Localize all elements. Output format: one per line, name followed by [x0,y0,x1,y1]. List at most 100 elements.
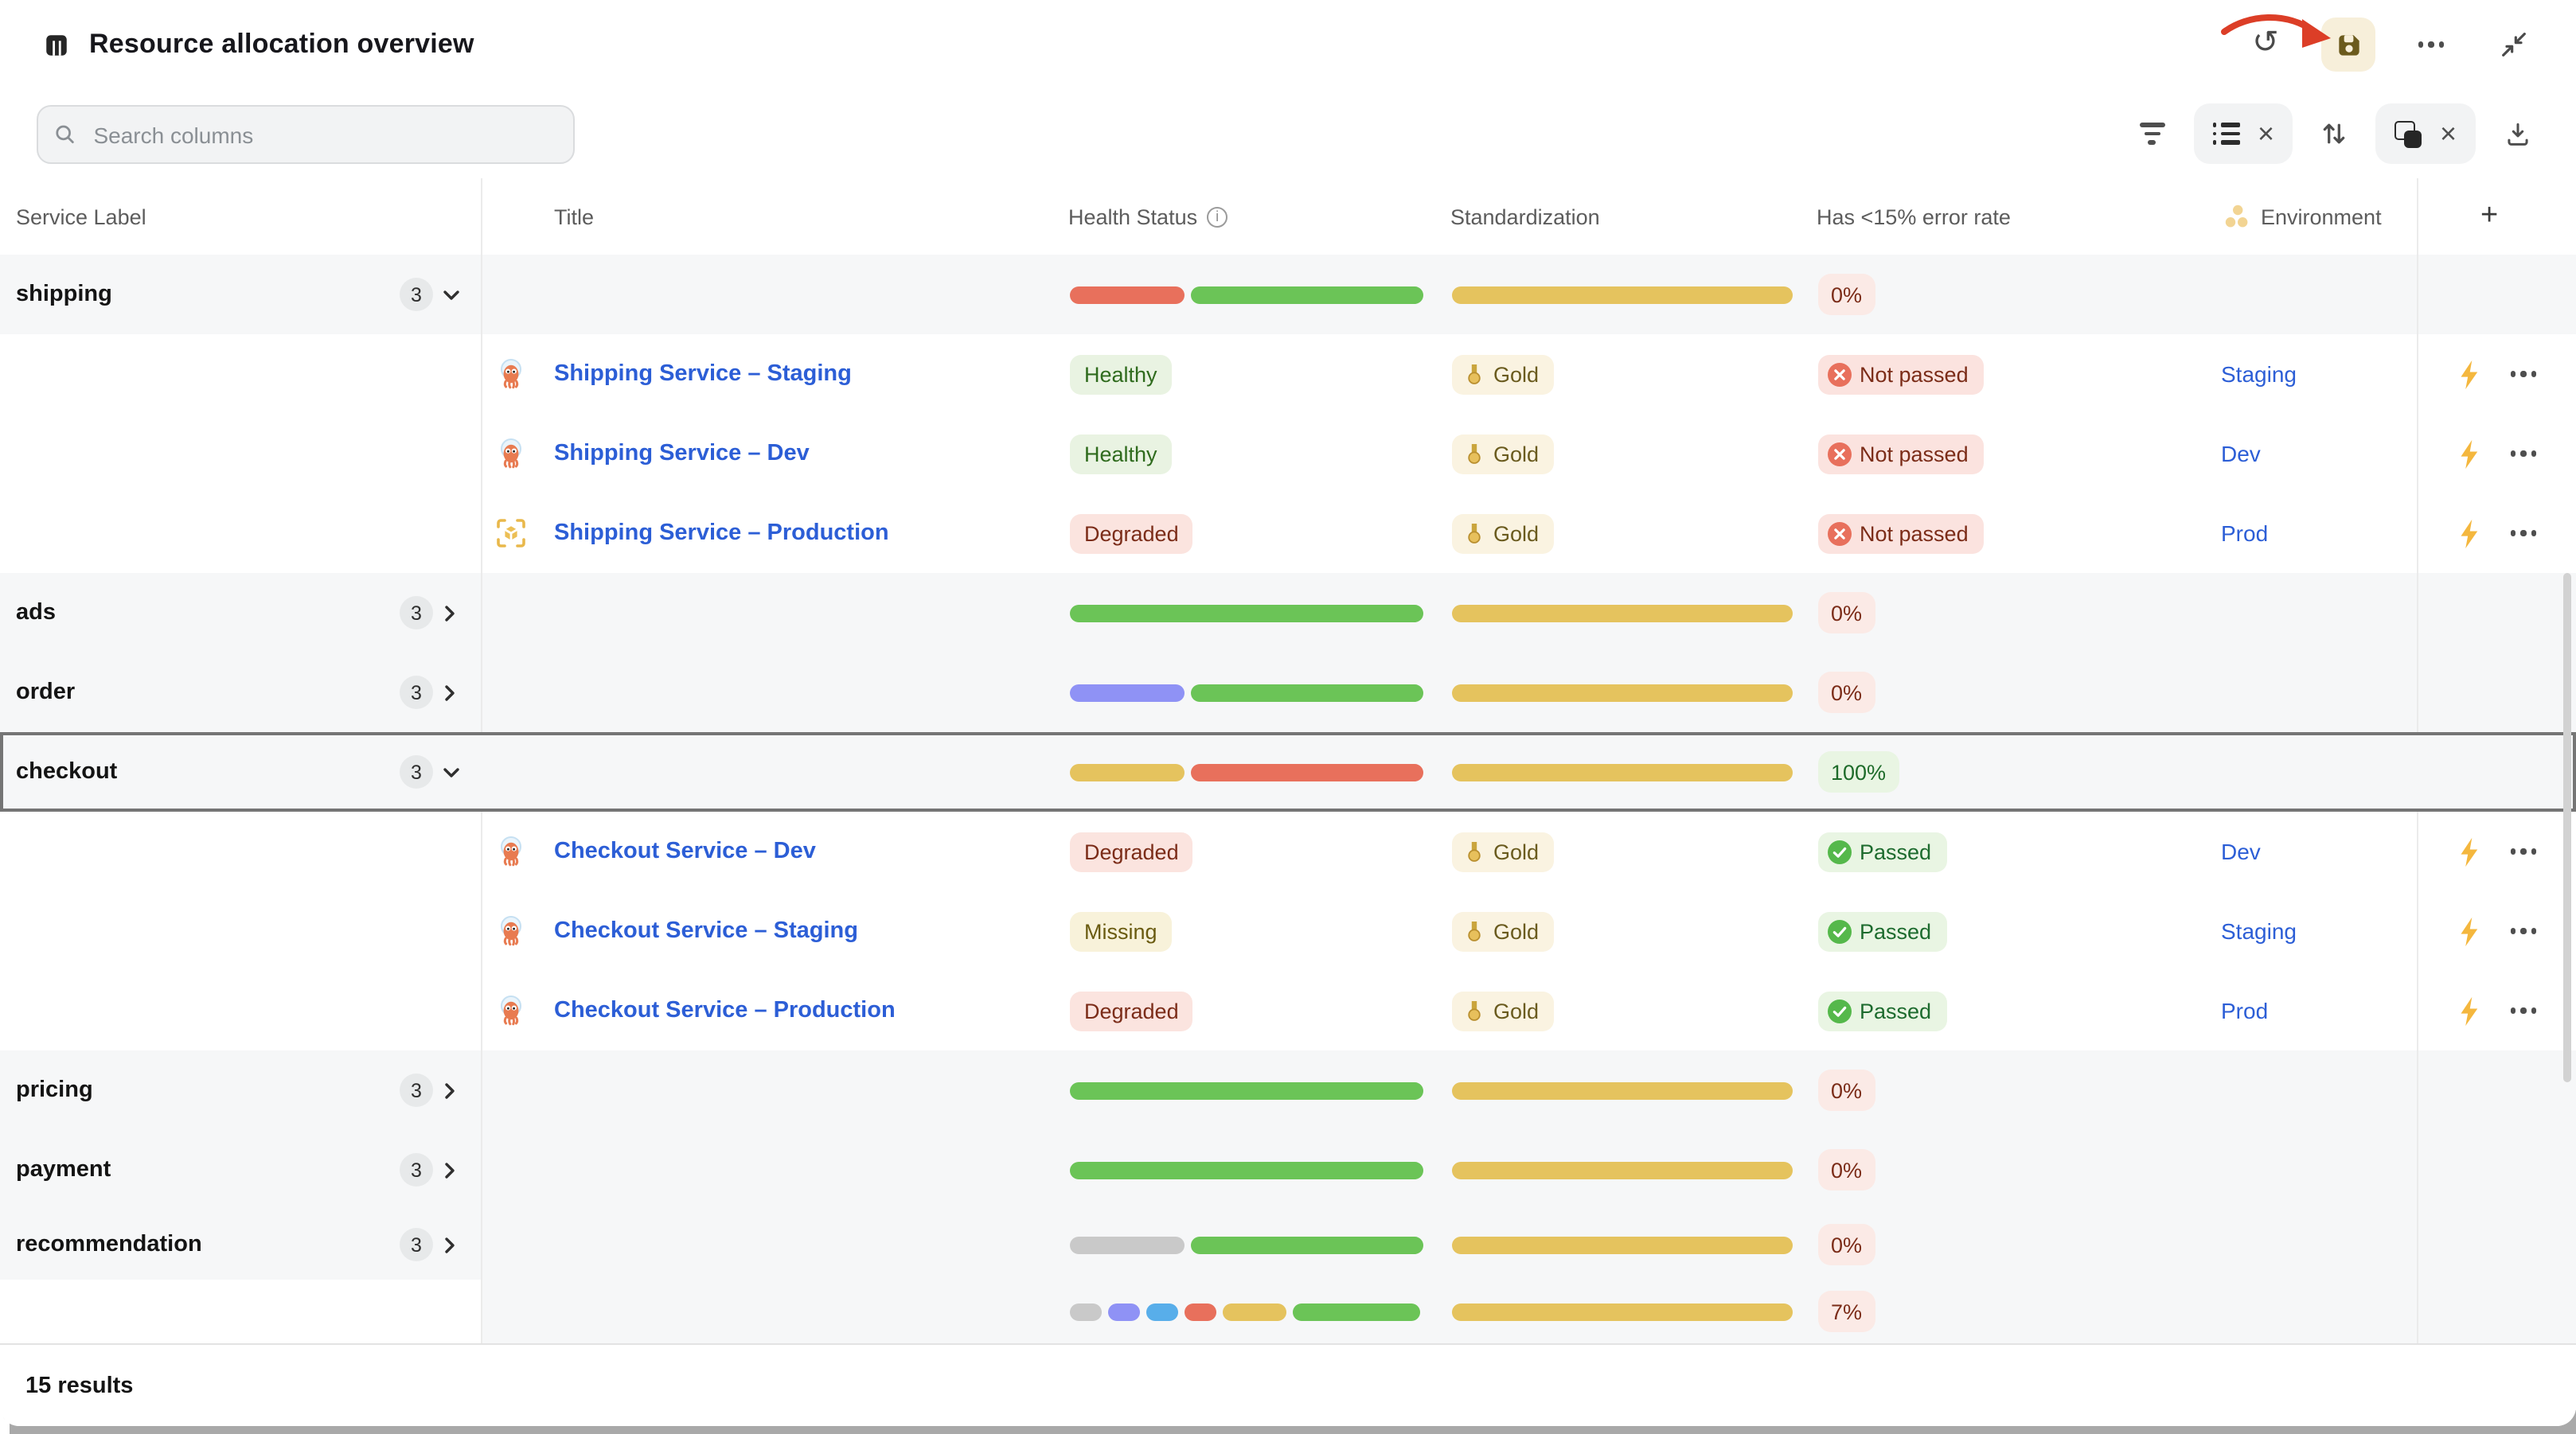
service-title-link[interactable]: Checkout Service – Dev [554,812,816,891]
error-rate-check-badge: Not passed [1818,513,1985,553]
service-row[interactable]: Checkout Service – ProductionDegradedGol… [0,971,2576,1052]
group-count-badge[interactable]: 3 [400,278,433,311]
service-row[interactable]: Shipping Service – Dev Healthy Gold Not pas… [0,414,2576,495]
standardization-badge: Gold [1452,354,1553,394]
service-title-link[interactable]: Shipping Service – Production [554,493,889,573]
standardization-badge-label: Gold [1493,442,1539,466]
check-circle-icon [1828,999,1852,1023]
error-rate-check-badge: Passed [1818,832,1947,871]
row-actions-button[interactable] [2508,414,2539,493]
group-label: order [16,653,75,732]
ellipsis-icon [2508,1008,2539,1014]
chevron-down-icon[interactable] [443,255,460,334]
medal-icon [1463,442,1485,466]
chevron-down-icon[interactable] [443,732,460,812]
chevron-right-icon[interactable] [443,573,457,653]
environment-link[interactable]: Staging [2221,891,2297,971]
group-row-checkout[interactable]: checkout3100% [0,732,2576,812]
service-title-link[interactable]: Checkout Service – Production [554,971,896,1050]
service-row[interactable]: Shipping Service – ProductionDegradedGol… [0,493,2576,575]
error-rate-badge: 0% [1818,1149,1875,1190]
bar-segment-purple [1108,1303,1140,1320]
group-label: ads [16,573,56,653]
ellipsis-icon [2508,372,2539,377]
environment-link[interactable]: Prod [2221,493,2268,573]
group-row-order[interactable]: order 3 0% [0,653,2576,734]
row-actions-button[interactable] [2508,334,2539,414]
service-title-link[interactable]: Checkout Service – Staging [554,891,858,971]
bar-segment-red [1070,286,1185,303]
lightning-icon[interactable] [2453,812,2484,891]
ellipsis-icon [2508,531,2539,536]
bar-segment-gray [1070,1236,1185,1253]
group-row-pricing[interactable]: pricing30% [0,1050,2576,1132]
service-row[interactable]: Checkout Service – DevDegradedGoldPassed… [0,812,2576,893]
standardization-badge-label: Gold [1493,521,1539,545]
group-count-badge[interactable]: 3 [400,596,433,629]
error-rate-badge: 0% [1818,672,1875,713]
row-actions-button[interactable] [2508,971,2539,1050]
squid-avatar-icon [495,971,527,1050]
bar-segment-green [1070,604,1423,622]
bar-segment-gold [1452,604,1793,622]
bar-segment-red [1185,1303,1216,1320]
lightning-icon[interactable] [2453,891,2484,971]
medal-icon [1463,521,1485,545]
error-rate-check-badge: Passed [1818,911,1947,951]
bar-segment-gold [1452,684,1793,701]
error-rate-badge: 0% [1818,592,1875,633]
group-row-payment[interactable]: payment30% [0,1130,2576,1211]
health-status-bar [1070,653,1425,732]
environment-link[interactable]: Staging [2221,334,2297,414]
bar-segment-gold [1452,1081,1793,1099]
error-rate-check-badge: Not passed [1818,434,1985,473]
service-row[interactable]: Shipping Service – StagingHealthyGoldNot… [0,334,2576,415]
medal-icon [1463,919,1485,943]
group-label: recommendation [16,1210,202,1280]
squid-avatar-icon [495,334,527,414]
row-actions-button[interactable] [2508,891,2539,971]
chevron-right-icon[interactable] [443,1130,457,1210]
table-body: shipping30%Shipping Service – StagingHea… [0,0,2576,1343]
row-actions-button[interactable] [2508,493,2539,573]
chevron-right-icon[interactable] [443,1050,457,1130]
health-status-badge: Healthy [1070,434,1172,473]
check-badge-label: Passed [1860,999,1931,1023]
bar-segment-gold [1452,1303,1793,1320]
environment-link[interactable]: Dev [2221,414,2261,493]
health-status-bar [1070,1280,1425,1343]
ellipsis-icon [2508,929,2539,934]
group-row-ads[interactable]: ads 3 0% [0,573,2576,654]
bar-segment-gold [1452,1236,1793,1253]
lightning-icon[interactable] [2453,493,2484,573]
group-count-badge[interactable]: 3 [400,1153,433,1187]
check-badge-label: Not passed [1860,442,1969,466]
standardization-badge-label: Gold [1493,919,1539,943]
medal-icon [1463,840,1485,863]
group-count-badge[interactable]: 3 [400,676,433,709]
lightning-icon[interactable] [2453,414,2484,493]
environment-link[interactable]: Dev [2221,812,2261,891]
row-actions-button[interactable] [2508,812,2539,891]
service-row[interactable]: Checkout Service – Staging Missing Gold Pas… [0,891,2576,972]
chevron-right-icon[interactable] [443,653,457,732]
group-count-badge[interactable]: 3 [400,1074,433,1107]
group-label: shipping [16,255,112,334]
health-status-badge: Missing [1070,911,1172,951]
lightning-icon[interactable] [2453,971,2484,1050]
vertical-scrollbar[interactable] [2563,573,2571,1082]
group-count-badge[interactable]: 3 [400,755,433,789]
ellipsis-icon [2508,849,2539,855]
bar-segment-red [1191,763,1423,781]
service-title-link[interactable]: Shipping Service – Staging [554,334,852,414]
service-title-link[interactable]: Shipping Service – Dev [554,414,810,493]
summary-pinned-cell [0,1280,481,1343]
chevron-right-icon[interactable] [443,1210,457,1280]
standardization-badge: Gold [1452,434,1553,473]
squid-avatar-icon [495,414,527,493]
environment-link[interactable]: Prod [2221,971,2268,1050]
lightning-icon[interactable] [2453,334,2484,414]
group-count-badge[interactable]: 3 [400,1228,433,1261]
group-row-recommendation[interactable]: recommendation30% [0,1210,2576,1280]
group-row-shipping[interactable]: shipping30% [0,255,2576,336]
